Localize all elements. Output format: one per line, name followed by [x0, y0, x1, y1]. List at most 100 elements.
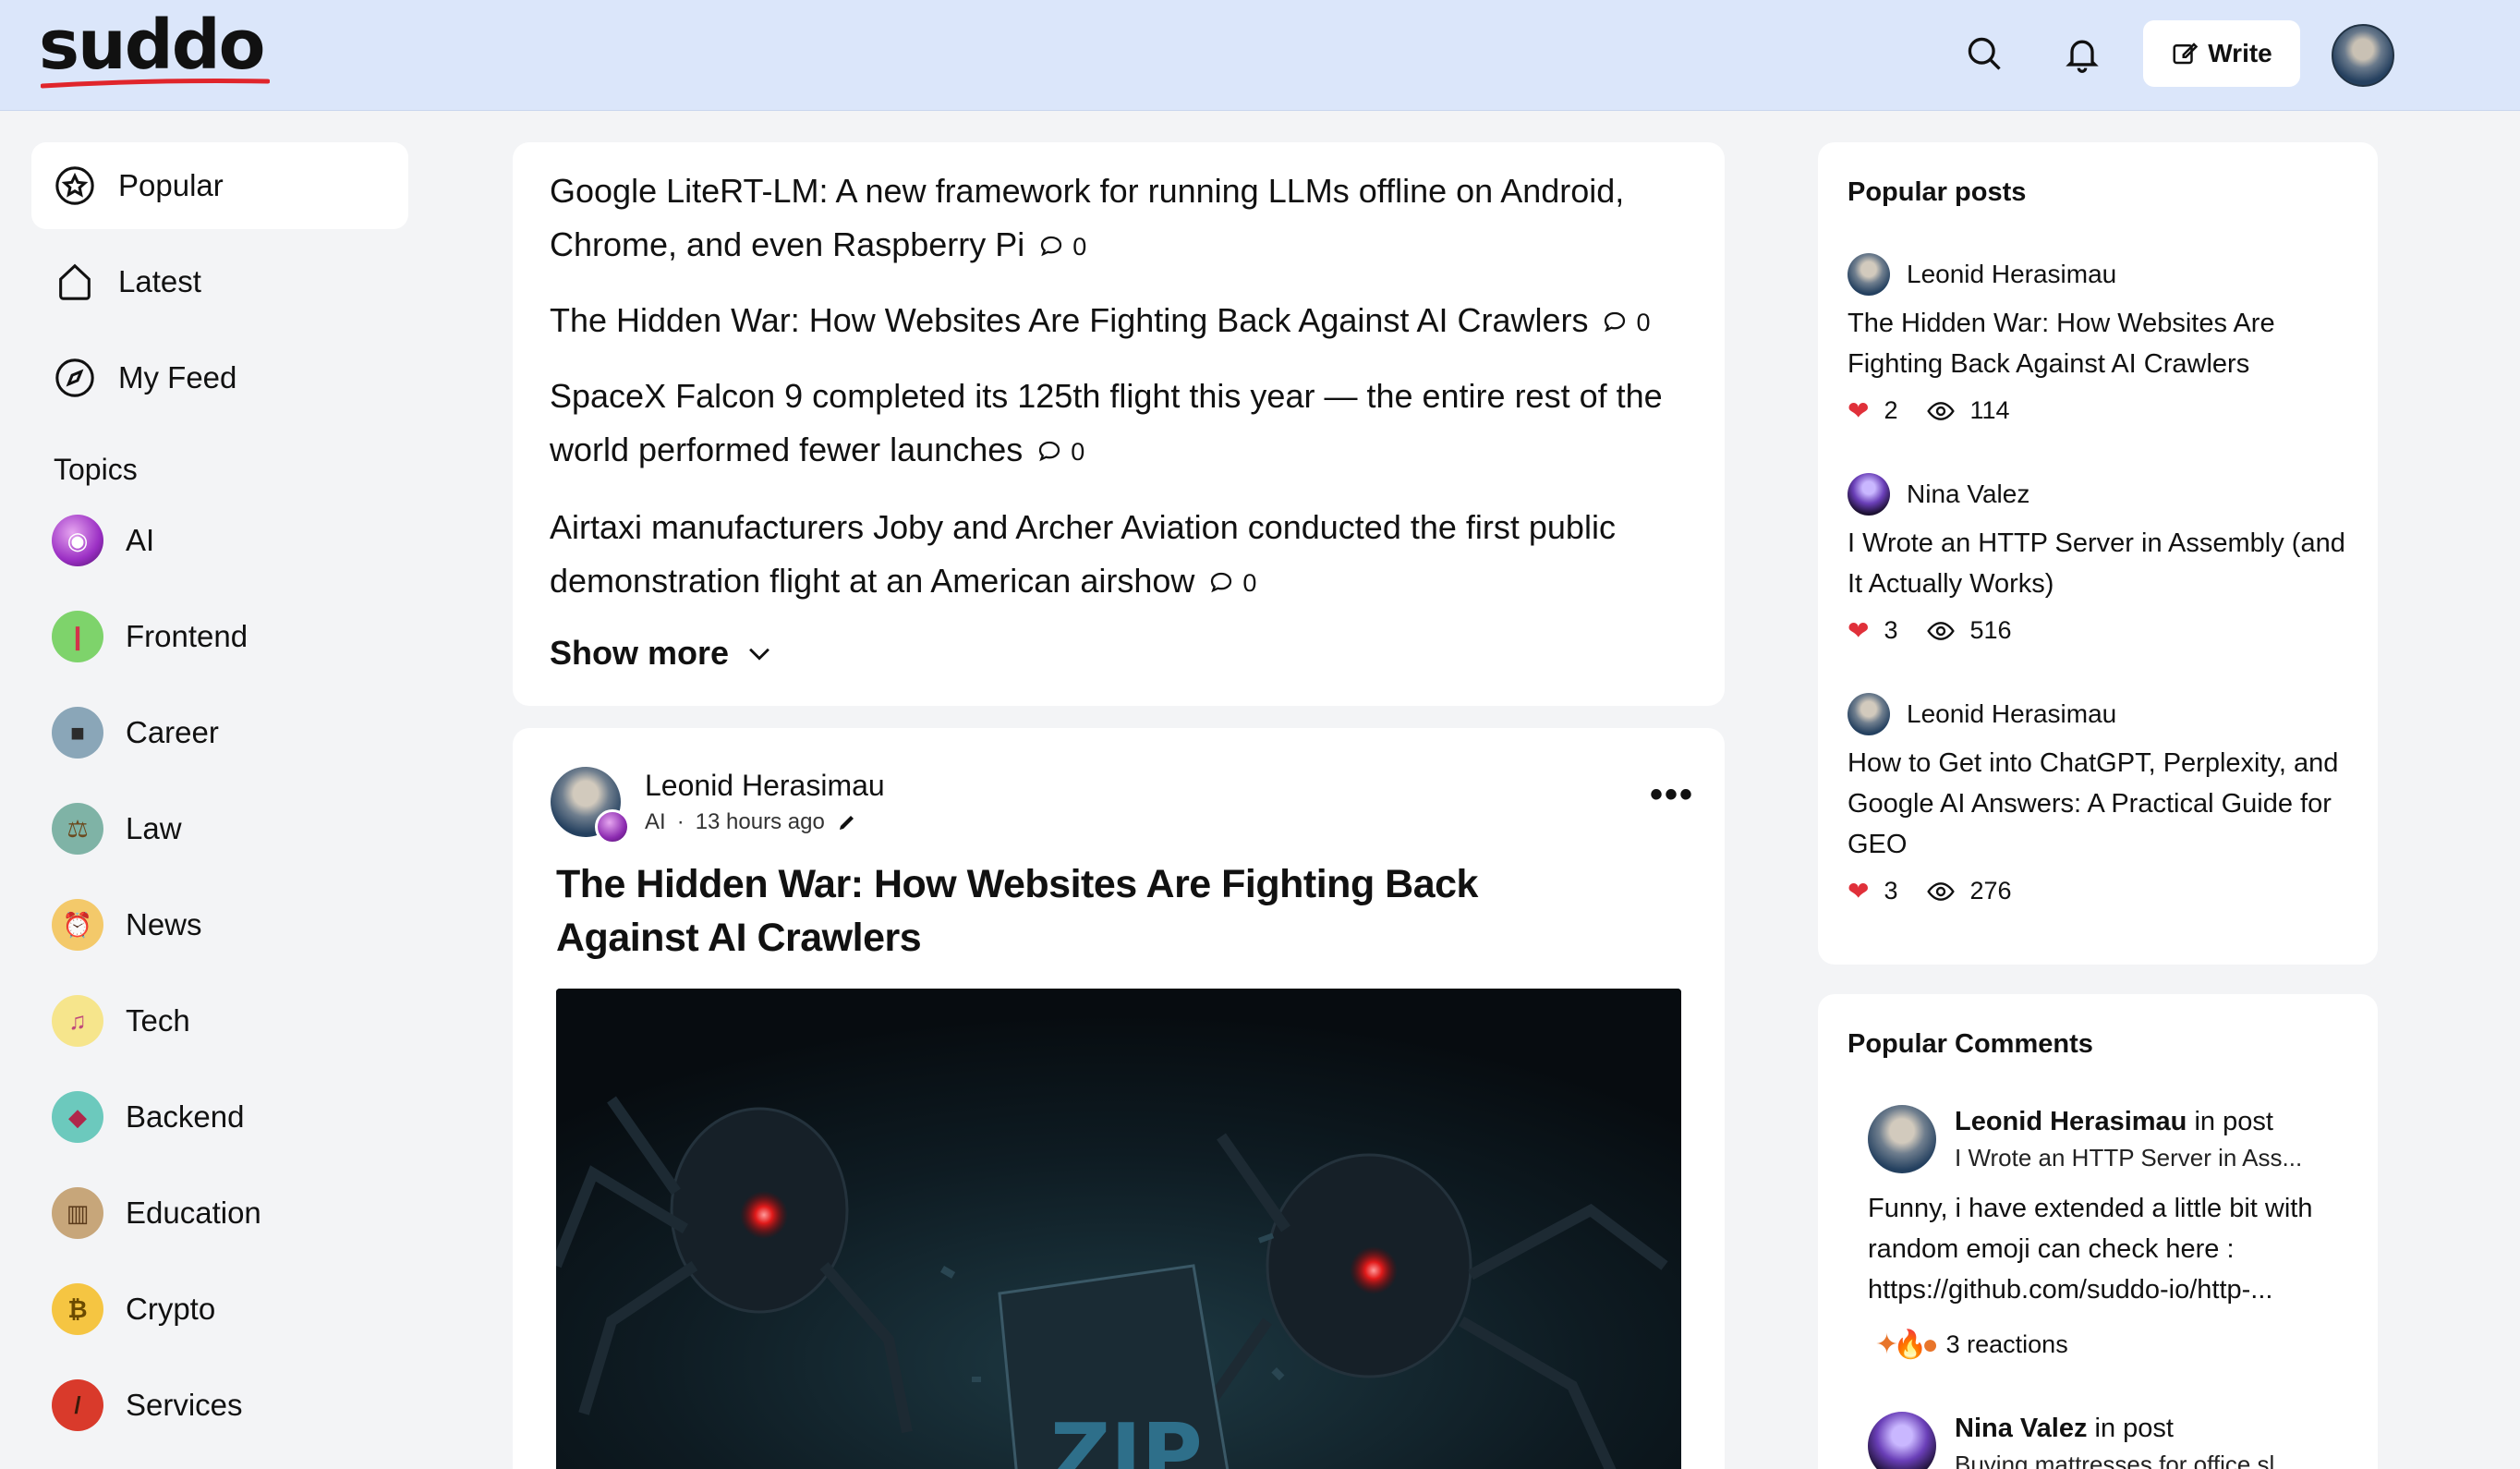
more-options-icon[interactable]: ••• — [1650, 776, 1694, 813]
topic-label: AI — [126, 523, 155, 557]
show-more-button[interactable]: Show more — [550, 634, 775, 673]
list-item[interactable]: SpaceX Falcon 9 completed its 125th flig… — [550, 370, 1695, 479]
comment-count: 0 — [1601, 296, 1651, 349]
topic-ai[interactable]: ◉ AI — [52, 510, 154, 571]
post-author[interactable]: Leonid Herasimau — [645, 769, 885, 803]
topic-badge-icon — [595, 809, 630, 844]
compass-icon — [55, 358, 94, 397]
avatar — [1848, 253, 1890, 296]
edit-icon — [2173, 42, 2199, 65]
star-icon — [55, 166, 94, 205]
post-meta: AI · 13 hours ago — [645, 809, 858, 835]
list-item[interactable]: Google LiteRT-LM: A new framework for ru… — [550, 164, 1695, 273]
post-title[interactable]: The Hidden War: How Websites Are Fightin… — [556, 857, 1628, 965]
topics-heading: Topics — [54, 453, 138, 486]
top-header: suddo Write — [0, 0, 2520, 111]
nav-my-feed[interactable]: My Feed — [31, 334, 408, 421]
nav-label: Latest — [118, 264, 201, 298]
pp-author[interactable]: Leonid Herasimau — [1848, 693, 2116, 735]
heart-icon: ❤ — [1848, 396, 1870, 425]
tool-icon: / — [52, 1379, 103, 1431]
eye-icon — [1926, 881, 1955, 901]
abacus-icon: ▥ — [52, 1187, 103, 1239]
alarm-clock-icon: ⏰ — [52, 899, 103, 951]
comment-author[interactable]: Nina Valez — [1955, 1414, 2087, 1443]
topic-crypto[interactable]: ₿ Crypto — [52, 1279, 215, 1340]
comment-author[interactable]: Leonid Herasimau — [1955, 1107, 2187, 1136]
crystal-ball-icon: ◉ — [52, 515, 103, 566]
topic-label: Frontend — [126, 619, 248, 653]
topic-label: Education — [126, 1196, 261, 1230]
list-item[interactable]: Airtaxi manufacturers Joby and Archer Av… — [550, 501, 1695, 610]
popular-posts-heading: Popular posts — [1848, 177, 2027, 207]
topic-label: Services — [126, 1388, 243, 1422]
list-item-title: SpaceX Falcon 9 completed its 125th flig… — [550, 377, 1663, 468]
pp-title[interactable]: The Hidden War: How Websites Are Fightin… — [1848, 303, 2346, 384]
comment-icon — [1041, 237, 1062, 257]
topic-label: Law — [126, 811, 182, 845]
comment-post-link[interactable]: I Wrote an HTTP Server in Ass... — [1955, 1144, 2302, 1172]
headphones-icon: ♫ — [52, 995, 103, 1047]
logo-underline — [41, 79, 270, 89]
pp-author[interactable]: Nina Valez — [1848, 473, 2029, 516]
nav-label: Popular — [118, 168, 224, 202]
topic-label: Career — [126, 715, 219, 749]
comment-body[interactable]: Funny, i have extended a little bit with… — [1868, 1188, 2348, 1310]
nav-latest[interactable]: Latest — [31, 238, 408, 325]
pp-author[interactable]: Leonid Herasimau — [1848, 253, 2116, 296]
topic-law[interactable]: ⚖ Law — [52, 798, 182, 859]
site-logo[interactable]: suddo — [39, 6, 266, 85]
pp-stats: ❤ 3 516 — [1848, 616, 2012, 645]
write-button[interactable]: Write — [2143, 20, 2300, 87]
comment-count: 0 — [1037, 220, 1086, 273]
topic-frontend[interactable]: ❙ Frontend — [52, 606, 248, 667]
search-icon[interactable] — [1958, 28, 2010, 79]
pp-stats: ❤ 3 276 — [1848, 877, 2012, 905]
heart-icon: ❤ — [1848, 877, 1870, 905]
list-item[interactable]: The Hidden War: How Websites Are Fightin… — [550, 294, 1695, 349]
topic-tech[interactable]: ♫ Tech — [52, 990, 190, 1051]
topic-backend[interactable]: ◆ Backend — [52, 1087, 244, 1147]
topic-career[interactable]: ■ Career — [52, 702, 219, 763]
pp-title[interactable]: How to Get into ChatGPT, Perplexity, and… — [1848, 743, 2346, 865]
author-name: Leonid Herasimau — [1907, 260, 2117, 288]
eye-icon — [1926, 621, 1955, 640]
comment-post-link[interactable]: Buying mattresses for office sl... — [1955, 1451, 2295, 1469]
chevron-down-icon — [749, 648, 769, 661]
briefcase-icon: ■ — [52, 707, 103, 759]
list-item-title: The Hidden War: How Websites Are Fightin… — [550, 301, 1589, 339]
home-icon — [59, 263, 91, 300]
reactions-count: 3 reactions — [1945, 1330, 2068, 1358]
nav-popular[interactable]: Popular — [31, 142, 408, 229]
bitcoin-icon: ₿ — [52, 1283, 103, 1335]
topic-services[interactable]: / Services — [52, 1375, 243, 1436]
ore-icon: ◆ — [52, 1091, 103, 1143]
list-item-title: Google LiteRT-LM: A new framework for ru… — [550, 172, 1625, 263]
heart-icon: ❤ — [1848, 616, 1870, 645]
topic-label: Backend — [126, 1099, 245, 1134]
bell-icon[interactable] — [2056, 28, 2108, 79]
write-label: Write — [2208, 39, 2272, 67]
list-item-title: Airtaxi manufacturers Joby and Archer Av… — [550, 508, 1616, 600]
topic-education[interactable]: ▥ Education — [52, 1183, 261, 1244]
scales-icon: ⚖ — [52, 803, 103, 855]
pp-title[interactable]: I Wrote an HTTP Server in Assembly (and … — [1848, 523, 2346, 604]
author-name: Nina Valez — [1907, 480, 2030, 508]
topic-news[interactable]: ⏰ News — [52, 894, 202, 955]
in-post-label: in post — [2194, 1107, 2273, 1136]
user-avatar[interactable] — [2332, 24, 2394, 87]
post-cover-image[interactable]: ZIP — [556, 989, 1681, 1469]
comment-icon — [1039, 442, 1060, 462]
lipstick-icon: ❙ — [52, 611, 103, 662]
avatar — [1848, 693, 1890, 735]
avatar[interactable] — [1868, 1105, 1936, 1173]
cover-illustration: ZIP — [556, 989, 1681, 1469]
popular-comments-heading: Popular Comments — [1848, 1029, 2093, 1059]
post-topic[interactable]: AI — [645, 809, 666, 835]
topic-label: Crypto — [126, 1292, 216, 1326]
post-time: 13 hours ago — [695, 809, 825, 834]
reactions[interactable]: ✦🔥● 3 reactions — [1875, 1329, 2068, 1361]
comment-icon — [1605, 312, 1626, 333]
pp-stats: ❤ 2 114 — [1848, 396, 2010, 425]
avatar — [1848, 473, 1890, 516]
